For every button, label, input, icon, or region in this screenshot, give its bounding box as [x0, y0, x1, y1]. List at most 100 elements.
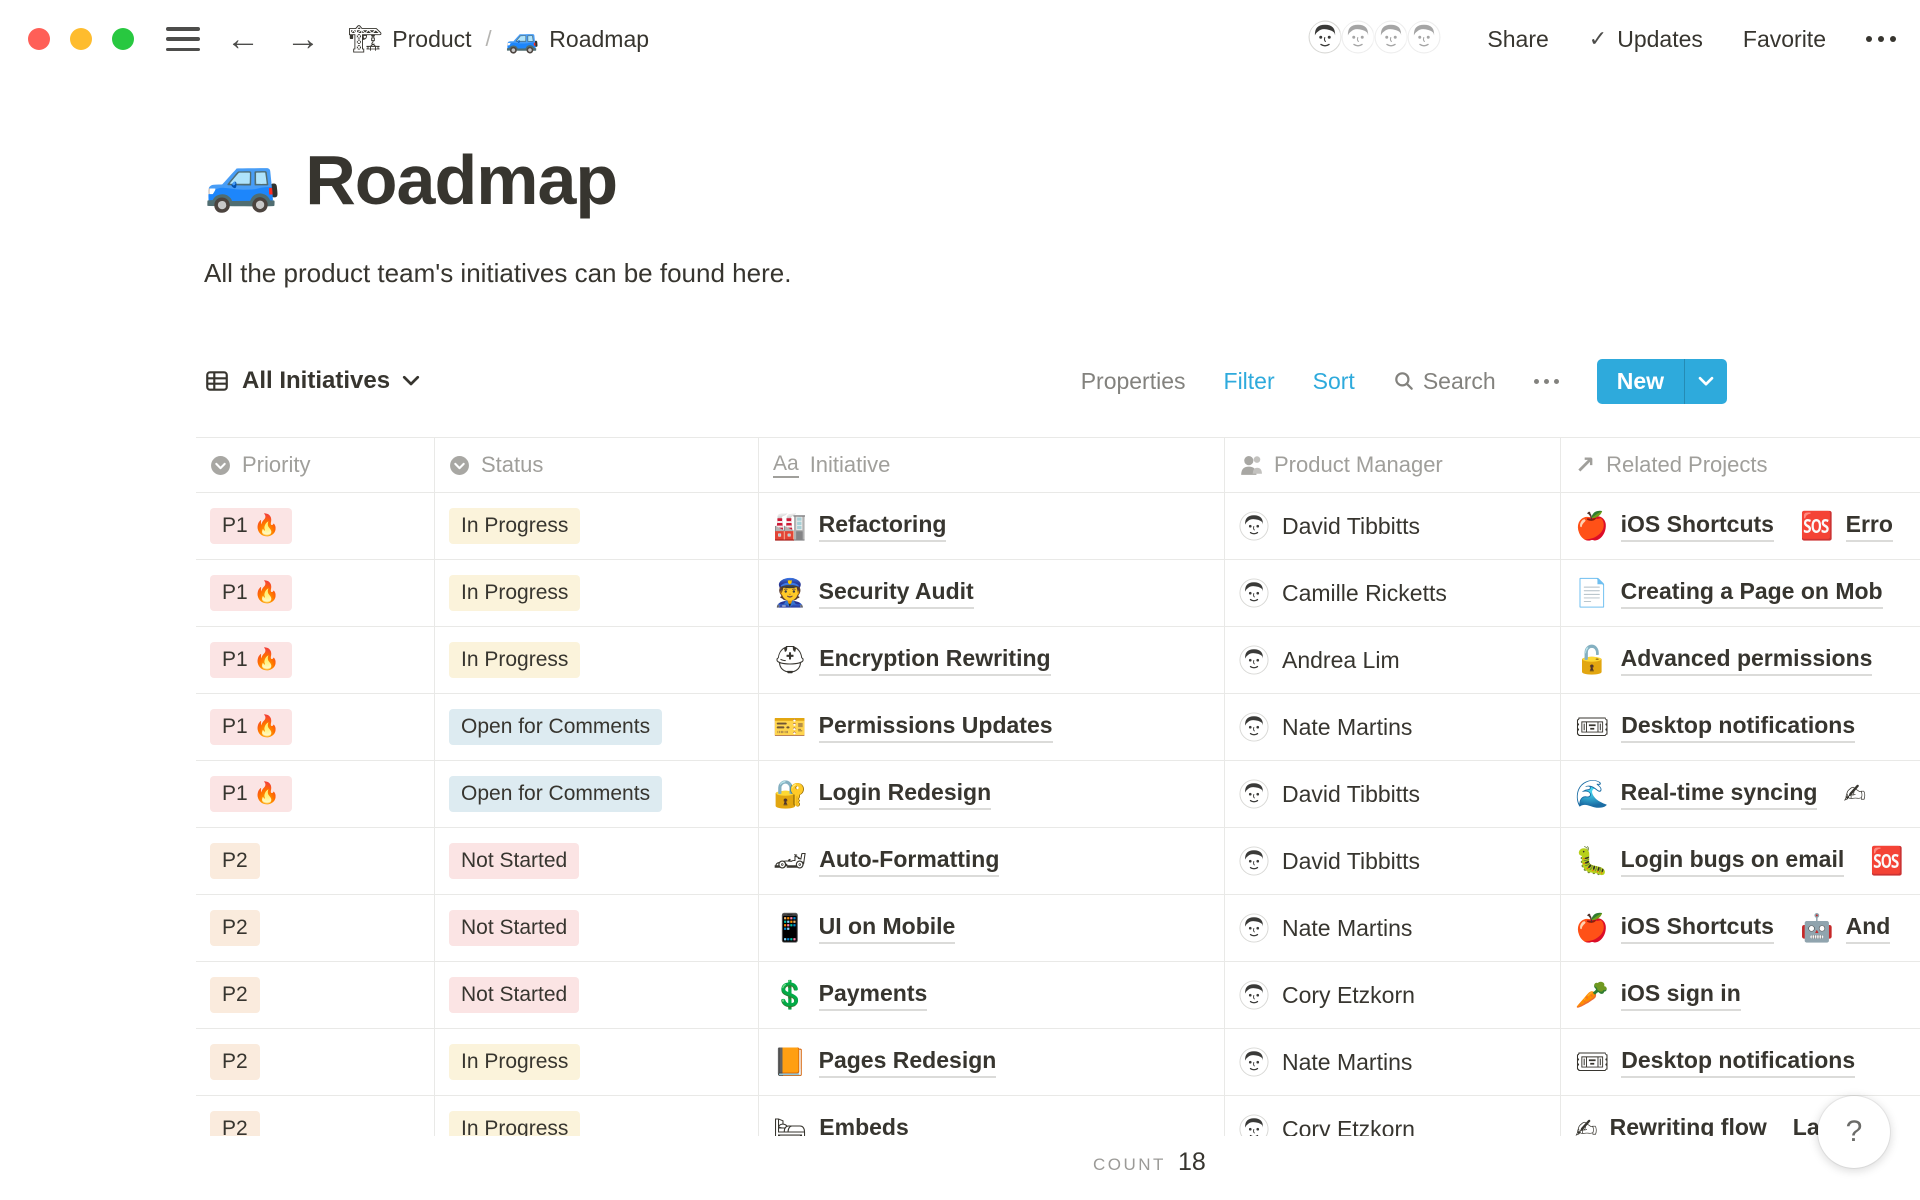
priority-cell[interactable]: P1 🔥 [196, 560, 435, 626]
initiative-cell[interactable]: 🔐Login Redesign [759, 761, 1225, 827]
related-page-link[interactable]: Erro [1846, 511, 1893, 542]
priority-cell[interactable]: P1 🔥 [196, 694, 435, 760]
status-cell[interactable]: In Progress [435, 1096, 759, 1136]
related-projects-cell[interactable]: 🎟Desktop notifications [1561, 694, 1920, 760]
more-menu-icon[interactable] [1866, 36, 1896, 42]
product-manager-cell[interactable]: Cory Etzkorn [1225, 1096, 1561, 1136]
initiative-link[interactable]: Refactoring [819, 511, 947, 542]
related-page-link[interactable]: Desktop notifications [1621, 712, 1855, 743]
related-page-link[interactable]: iOS sign in [1621, 980, 1741, 1011]
initiative-cell[interactable]: ⛑Encryption Rewriting [759, 627, 1225, 693]
status-cell[interactable]: In Progress [435, 627, 759, 693]
related-projects-cell[interactable]: 🥕iOS sign in [1561, 962, 1920, 1028]
minimize-window-button[interactable] [70, 28, 92, 50]
status-cell[interactable]: Not Started [435, 895, 759, 961]
initiative-cell[interactable]: 🏭Refactoring [759, 493, 1225, 559]
view-options-icon[interactable] [1534, 379, 1559, 384]
related-projects-cell[interactable]: 📄Creating a Page on Mob [1561, 560, 1920, 626]
initiative-cell[interactable]: 🎫Permissions Updates [759, 694, 1225, 760]
close-window-button[interactable] [28, 28, 50, 50]
product-manager-cell[interactable]: Nate Martins [1225, 895, 1561, 961]
priority-cell[interactable]: P1 🔥 [196, 493, 435, 559]
related-projects-cell[interactable]: 🐛Login bugs on email 🆘 [1561, 828, 1920, 894]
column-header-priority[interactable]: Priority [196, 438, 435, 492]
related-page-link[interactable]: iOS Shortcuts [1621, 511, 1774, 542]
priority-cell[interactable]: P2 [196, 828, 435, 894]
initiative-cell[interactable]: 📱UI on Mobile [759, 895, 1225, 961]
initiative-link[interactable]: Login Redesign [819, 779, 992, 810]
column-header-initiative[interactable]: Aa Initiative [759, 438, 1225, 492]
filter-button[interactable]: Filter [1224, 368, 1275, 395]
initiative-cell[interactable]: 👮Security Audit [759, 560, 1225, 626]
initiative-link[interactable]: Encryption Rewriting [819, 645, 1050, 676]
sort-button[interactable]: Sort [1313, 368, 1355, 395]
priority-cell[interactable]: P2 [196, 895, 435, 961]
search-button[interactable]: Search [1393, 368, 1496, 395]
initiative-link[interactable]: Pages Redesign [819, 1047, 997, 1078]
breadcrumb-item-product[interactable]: Product [392, 26, 471, 53]
updates-button[interactable]: ✓ Updates [1589, 26, 1703, 53]
related-projects-cell[interactable]: 🔓Advanced permissions [1561, 627, 1920, 693]
sidebar-toggle-icon[interactable] [166, 27, 200, 51]
related-projects-cell[interactable]: 🍎iOS Shortcuts 🆘Erro [1561, 493, 1920, 559]
initiative-link[interactable]: UI on Mobile [819, 913, 956, 944]
product-manager-cell[interactable]: David Tibbitts [1225, 761, 1561, 827]
related-page-link[interactable]: Desktop notifications [1621, 1047, 1855, 1078]
favorite-button[interactable]: Favorite [1743, 26, 1826, 53]
priority-cell[interactable]: P1 🔥 [196, 761, 435, 827]
page-subtitle[interactable]: All the product team's initiatives can b… [204, 258, 791, 289]
initiative-link[interactable]: Payments [819, 980, 928, 1011]
related-projects-cell[interactable]: 🎟Desktop notifications [1561, 1029, 1920, 1095]
priority-cell[interactable]: P2 [196, 1029, 435, 1095]
avatar[interactable] [1405, 18, 1447, 60]
status-cell[interactable]: In Progress [435, 493, 759, 559]
zoom-window-button[interactable] [112, 28, 134, 50]
share-button[interactable]: Share [1487, 26, 1548, 53]
priority-cell[interactable]: P2 [196, 962, 435, 1028]
column-header-related-projects[interactable]: ↗ Related Projects [1561, 438, 1920, 492]
initiative-link[interactable]: Embeds [819, 1114, 908, 1137]
related-page-link[interactable]: Rewriting flow [1610, 1114, 1767, 1137]
initiative-cell[interactable]: 💲Payments [759, 962, 1225, 1028]
page-emoji-car-icon[interactable]: 🚙 [204, 149, 281, 211]
related-page-link[interactable]: Real-time syncing [1621, 779, 1818, 810]
product-manager-cell[interactable]: Nate Martins [1225, 1029, 1561, 1095]
view-switcher[interactable]: All Initiatives [204, 367, 420, 395]
column-header-status[interactable]: Status [435, 438, 759, 492]
back-arrow-icon[interactable]: ← [226, 22, 260, 56]
related-page-link[interactable]: Creating a Page on Mob [1621, 578, 1883, 609]
properties-button[interactable]: Properties [1081, 368, 1186, 395]
related-projects-cell[interactable]: 🍎iOS Shortcuts 🤖And [1561, 895, 1920, 961]
initiative-link[interactable]: Permissions Updates [819, 712, 1053, 743]
priority-cell[interactable]: P2 [196, 1096, 435, 1136]
new-button[interactable]: New [1597, 359, 1727, 404]
related-page-link[interactable]: And [1846, 913, 1891, 944]
product-manager-cell[interactable]: Nate Martins [1225, 694, 1561, 760]
column-header-product-manager[interactable]: Product Manager [1225, 438, 1561, 492]
status-cell[interactable]: Open for Comments [435, 761, 759, 827]
page-title[interactable]: Roadmap [305, 140, 617, 220]
status-cell[interactable]: Open for Comments [435, 694, 759, 760]
status-cell[interactable]: In Progress [435, 1029, 759, 1095]
breadcrumb-item-roadmap[interactable]: Roadmap [549, 26, 649, 53]
viewer-avatars[interactable] [1306, 18, 1447, 60]
related-projects-cell[interactable]: 🌊Real-time syncing ✍ [1561, 761, 1920, 827]
initiative-cell[interactable]: 🏎Auto-Formatting [759, 828, 1225, 894]
new-dropdown-chevron-icon[interactable] [1685, 359, 1727, 404]
forward-arrow-icon[interactable]: → [286, 22, 320, 56]
initiative-link[interactable]: Auto-Formatting [819, 846, 999, 877]
product-manager-cell[interactable]: Andrea Lim [1225, 627, 1561, 693]
help-button[interactable]: ? [1818, 1096, 1890, 1168]
related-page-link[interactable]: Advanced permissions [1621, 645, 1873, 676]
status-cell[interactable]: In Progress [435, 560, 759, 626]
related-page-link[interactable]: Login bugs on email [1621, 846, 1845, 877]
initiative-cell[interactable]: 🛏Embeds [759, 1096, 1225, 1136]
product-manager-cell[interactable]: Cory Etzkorn [1225, 962, 1561, 1028]
initiative-cell[interactable]: 📙Pages Redesign [759, 1029, 1225, 1095]
product-manager-cell[interactable]: Camille Ricketts [1225, 560, 1561, 626]
status-cell[interactable]: Not Started [435, 962, 759, 1028]
product-manager-cell[interactable]: David Tibbitts [1225, 493, 1561, 559]
initiative-link[interactable]: Security Audit [819, 578, 974, 609]
product-manager-cell[interactable]: David Tibbitts [1225, 828, 1561, 894]
priority-cell[interactable]: P1 🔥 [196, 627, 435, 693]
